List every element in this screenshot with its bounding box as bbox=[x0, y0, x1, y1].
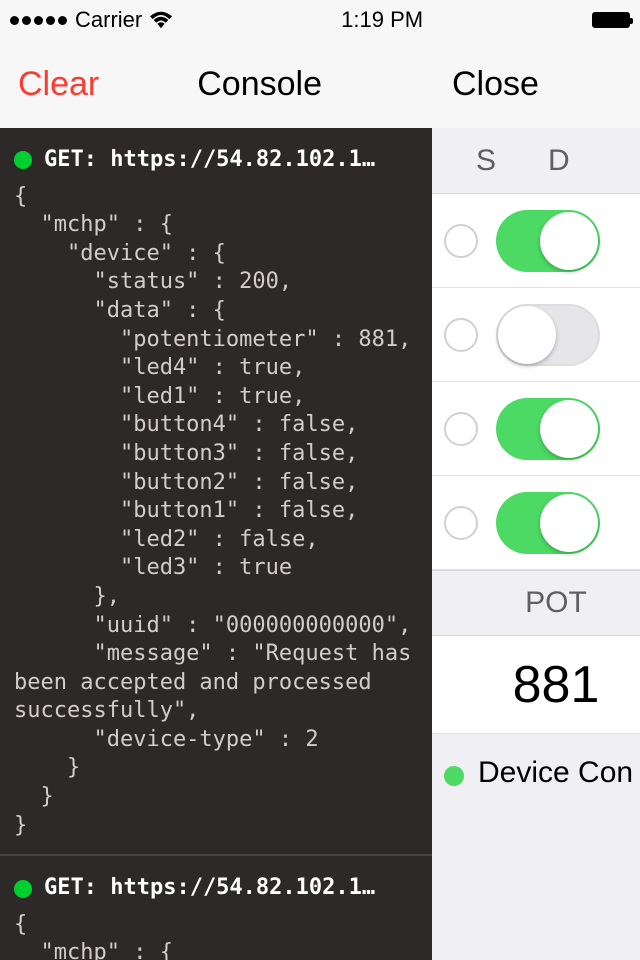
log-entry[interactable]: GET: https://54.82.102.1… { "mchp" : { "… bbox=[0, 856, 432, 960]
log-header: GET: https://54.82.102.1… bbox=[44, 874, 375, 903]
toggle-switch-4[interactable] bbox=[496, 492, 600, 554]
status-time: 1:19 PM bbox=[341, 7, 423, 33]
pot-value: 881 bbox=[432, 636, 640, 734]
toggle-switch-2[interactable] bbox=[496, 304, 600, 366]
toggle-switch-1[interactable] bbox=[496, 210, 600, 272]
connection-dot-icon bbox=[444, 766, 464, 786]
radio-icon[interactable] bbox=[444, 412, 478, 446]
status-dot-icon bbox=[14, 880, 32, 898]
wifi-icon bbox=[150, 11, 172, 29]
device-connection-row: Device Con bbox=[432, 734, 640, 960]
log-entry[interactable]: GET: https://54.82.102.1… { "mchp" : { "… bbox=[0, 128, 432, 856]
status-left: Carrier bbox=[10, 7, 172, 33]
battery-icon bbox=[592, 12, 630, 28]
tab-s[interactable]: S bbox=[450, 144, 522, 178]
log-body: { "mchp" : { "device" : { "status" : 200… bbox=[14, 183, 418, 841]
switch-row-2 bbox=[432, 288, 640, 382]
device-connection-label: Device Con bbox=[478, 756, 633, 790]
pot-section-header: POT bbox=[432, 570, 640, 636]
device-side-panel: Close S D POT 881 Device Con bbox=[432, 128, 640, 960]
clear-button[interactable]: Clear bbox=[18, 65, 99, 104]
tab-d[interactable]: D bbox=[522, 144, 596, 178]
log-body: { "mchp" : { "device" : { "status" : 200… bbox=[14, 911, 418, 960]
side-tabs: S D bbox=[432, 128, 640, 194]
signal-dots-icon bbox=[10, 16, 67, 25]
carrier-label: Carrier bbox=[75, 7, 142, 33]
side-nav-bar: Close bbox=[432, 40, 640, 128]
radio-icon[interactable] bbox=[444, 318, 478, 352]
status-dot-icon bbox=[14, 151, 32, 169]
radio-icon[interactable] bbox=[444, 506, 478, 540]
radio-icon[interactable] bbox=[444, 224, 478, 258]
switch-row-4 bbox=[432, 476, 640, 570]
switch-row-3 bbox=[432, 382, 640, 476]
console-panel[interactable]: GET: https://54.82.102.1… { "mchp" : { "… bbox=[0, 128, 432, 960]
log-header: GET: https://54.82.102.1… bbox=[44, 146, 375, 175]
toggle-switch-3[interactable] bbox=[496, 398, 600, 460]
close-button[interactable]: Close bbox=[452, 65, 539, 104]
status-bar: Carrier 1:19 PM bbox=[0, 0, 640, 40]
switch-row-1 bbox=[432, 194, 640, 288]
console-title: Console bbox=[197, 65, 322, 104]
